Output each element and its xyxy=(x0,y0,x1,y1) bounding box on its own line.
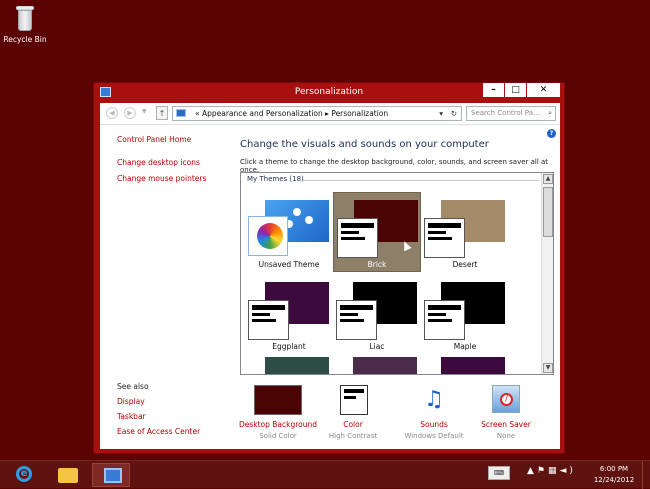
recycle-bin-desktop-icon[interactable]: Recycle Bin xyxy=(2,4,48,44)
change-desktop-icons-link[interactable]: Change desktop icons xyxy=(117,158,237,167)
window-preview-icon xyxy=(336,300,377,340)
address-dropdown-icon[interactable]: ▾ xyxy=(439,107,443,120)
desktop-background-setting[interactable]: Desktop Background Solid Color xyxy=(238,383,318,440)
minimize-button[interactable]: – xyxy=(482,83,504,97)
tray-icons[interactable]: ▲⚑▦◄) xyxy=(527,466,576,476)
maximize-button[interactable]: □ xyxy=(504,83,526,97)
up-arrow-icon: ▲ xyxy=(527,466,537,476)
up-button[interactable]: ↑ xyxy=(156,106,168,120)
search-placeholder: Search Control Pa... xyxy=(471,109,540,117)
taskbar-internet-explorer[interactable]: e xyxy=(4,463,42,487)
personalization-window: Personalization – □ ✕ ◀ ▶ ▼ ↑ « Appearan… xyxy=(93,82,565,454)
breadcrumb-personalization[interactable]: Personalization xyxy=(331,109,388,118)
screen-saver-setting[interactable]: / Screen Saver None xyxy=(466,383,546,440)
folder-icon xyxy=(58,468,78,483)
display-link[interactable]: Display xyxy=(117,397,237,406)
window-preview-icon xyxy=(424,218,465,258)
touch-keyboard-icon[interactable]: ⌨ xyxy=(488,466,510,480)
color-palette-icon xyxy=(248,216,288,256)
see-also-section: See also Display Taskbar Ease of Access … xyxy=(117,382,237,442)
theme-eggplant[interactable]: Eggplant xyxy=(245,275,333,355)
help-icon[interactable]: ? xyxy=(547,129,556,138)
search-icon[interactable]: ⌕ xyxy=(548,107,552,120)
screen-saver-none-icon: / xyxy=(492,385,520,413)
address-chevrons[interactable]: « xyxy=(195,109,200,118)
partial-theme-swatch[interactable] xyxy=(265,357,329,374)
sounds-value: Windows Default xyxy=(404,432,464,440)
theme-maple[interactable]: Maple xyxy=(421,275,509,355)
color-label[interactable]: Color xyxy=(313,420,393,429)
my-themes-group-label: My Themes (18) xyxy=(247,175,304,183)
back-button[interactable]: ◀ xyxy=(106,107,118,119)
theme-desert[interactable]: Desert xyxy=(421,193,509,273)
theme-name: Desert xyxy=(452,260,478,269)
volume-icon: ◄) xyxy=(559,466,576,476)
control-panel-icon xyxy=(176,109,186,117)
taskbar-control-panel[interactable] xyxy=(92,463,130,487)
clock-date: 12/24/2012 xyxy=(593,476,635,484)
group-divider xyxy=(303,180,539,181)
taskbar: e ⌨ ▲⚑▦◄) 6:00 PM 12/24/2012 xyxy=(0,460,650,489)
recycle-bin-label: Recycle Bin xyxy=(3,35,47,44)
window-preview-icon xyxy=(248,300,289,340)
theme-name: Brick xyxy=(367,260,387,269)
scroll-down-icon[interactable]: ▼ xyxy=(543,363,553,373)
recent-pages-chevron-icon[interactable]: ▼ xyxy=(142,108,147,115)
flag-icon: ⚑ xyxy=(536,466,548,476)
theme-brick[interactable]: Brick xyxy=(333,192,421,272)
address-bar-row: ◀ ▶ ▼ ↑ « Appearance and Personalization… xyxy=(100,103,560,125)
breadcrumb-appearance[interactable]: Appearance and Personalization xyxy=(202,109,323,118)
refresh-icon[interactable]: ↻ xyxy=(451,107,457,120)
screen-saver-label[interactable]: Screen Saver xyxy=(466,420,546,429)
clock-time: 6:00 PM xyxy=(599,465,629,473)
see-also-header: See also xyxy=(117,382,149,391)
search-input[interactable]: Search Control Pa... ⌕ xyxy=(466,106,556,121)
control-panel-home-link[interactable]: Control Panel Home xyxy=(117,135,237,144)
color-value: High Contrast xyxy=(328,432,378,440)
clock[interactable]: 6:00 PM 12/24/2012 xyxy=(588,464,640,486)
theme-unsaved[interactable]: Unsaved Theme xyxy=(245,193,333,273)
address-field[interactable]: « Appearance and Personalization ▸ Perso… xyxy=(172,106,462,121)
scroll-up-icon[interactable]: ▲ xyxy=(543,174,553,184)
partial-theme-swatch[interactable] xyxy=(441,357,505,374)
theme-name: Unsaved Theme xyxy=(258,260,320,269)
left-navigation: Control Panel Home Change desktop icons … xyxy=(117,135,237,190)
scroll-thumb[interactable] xyxy=(543,187,553,237)
ease-of-access-link[interactable]: Ease of Access Center xyxy=(117,427,237,436)
sounds-setting[interactable]: ♫ Sounds Windows Default xyxy=(394,383,474,440)
change-mouse-pointers-link[interactable]: Change mouse pointers xyxy=(117,174,237,183)
desktop-background-label[interactable]: Desktop Background xyxy=(238,420,318,429)
page-heading: Change the visuals and sounds on your co… xyxy=(240,139,489,150)
show-desktop-button[interactable] xyxy=(642,461,650,489)
breadcrumb-separator: ▸ xyxy=(325,109,329,118)
desktop-background-value: Solid Color xyxy=(259,432,297,440)
title-bar[interactable]: Personalization – □ ✕ xyxy=(94,83,564,103)
taskbar-link[interactable]: Taskbar xyxy=(117,412,237,421)
theme-liac[interactable]: Liac xyxy=(333,275,421,355)
network-icon: ▦ xyxy=(548,466,560,476)
screen-saver-value: None xyxy=(496,432,516,440)
control-panel-icon xyxy=(104,468,122,483)
window-preview-icon xyxy=(337,218,378,258)
close-button[interactable]: ✕ xyxy=(526,83,560,97)
theme-name: Maple xyxy=(453,342,477,351)
theme-name: Liac xyxy=(369,342,385,351)
forward-button[interactable]: ▶ xyxy=(124,107,136,119)
window-preview-icon xyxy=(424,300,465,340)
sounds-label[interactable]: Sounds xyxy=(394,420,474,429)
theme-name: Eggplant xyxy=(272,342,306,351)
solid-color-swatch xyxy=(254,385,302,415)
taskbar-file-explorer[interactable] xyxy=(48,463,86,487)
theme-list: My Themes (18) Unsaved Theme Brick Deser… xyxy=(240,172,554,375)
partial-theme-swatch[interactable] xyxy=(353,357,417,374)
content-area: ? Control Panel Home Change desktop icon… xyxy=(100,125,560,449)
music-notes-icon: ♫ xyxy=(424,387,444,412)
theme-list-scrollbar[interactable]: ▲ ▼ xyxy=(541,173,553,374)
high-contrast-window-icon xyxy=(340,385,368,415)
internet-explorer-icon: e xyxy=(16,466,32,482)
recycle-bin-icon xyxy=(13,4,37,32)
color-setting[interactable]: Color High Contrast xyxy=(313,383,393,440)
